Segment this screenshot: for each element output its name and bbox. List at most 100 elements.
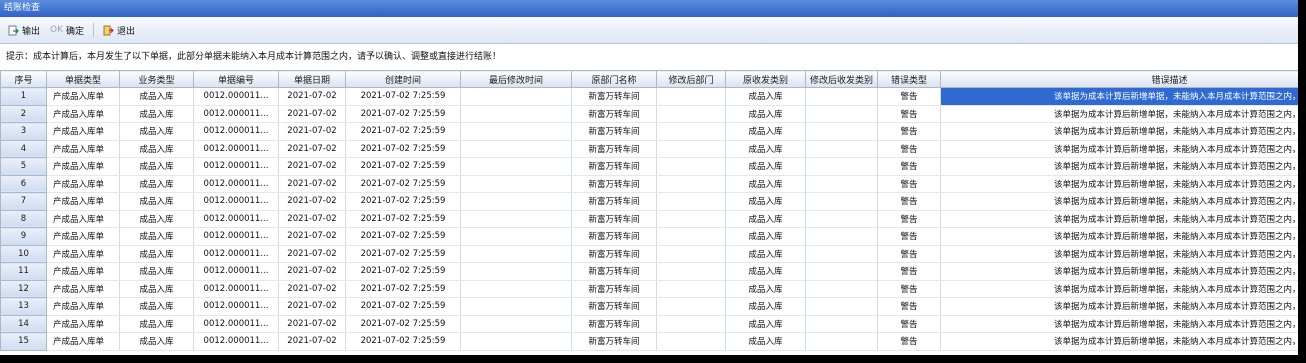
table-row[interactable]: 9 产成品入库单 成品入库 0012.000011... 2021-07-02 2021-… — [0, 227, 1298, 246]
table-row[interactable]: 13 产成品入库单 成品入库 0012.000011... 2021-07-02 2021… — [0, 297, 1298, 316]
table-cell — [805, 175, 878, 193]
table-cell: 新富万转车间 — [571, 192, 657, 211]
table-cell: 该单据为成本计算后新增单据，未能纳入本月成本计算范围之内，请确认调整或直接结账。 — [940, 332, 1298, 351]
table-row[interactable]: 11 产成品入库单 成品入库 0012.000011... 2021-07-02 2021… — [0, 262, 1298, 281]
table-cell — [805, 332, 878, 351]
column-header[interactable]: 最后修改时间 — [460, 70, 572, 88]
table-cell — [460, 245, 572, 263]
table-cell — [460, 192, 572, 211]
table-cell: 0012.000011... — [193, 122, 279, 141]
table-cell: 警告 — [877, 192, 941, 211]
table-cell: 新富万转车间 — [571, 315, 657, 333]
table-cell — [805, 245, 878, 263]
table-cell: 产成品入库单 — [46, 87, 120, 106]
table-row[interactable]: 7 产成品入库单 成品入库 0012.000011... 2021-07-02 2021-… — [0, 192, 1298, 211]
table-cell: 成品入库 — [725, 245, 806, 263]
row-number: 15 — [0, 332, 47, 351]
table-cell — [656, 210, 726, 228]
table-cell: 2021-07-02 — [278, 332, 346, 351]
table-cell: 产成品入库单 — [46, 332, 120, 351]
table-cell — [656, 87, 726, 106]
table-cell — [805, 227, 878, 246]
table-cell: 警告 — [877, 140, 941, 158]
table-cell — [656, 280, 726, 298]
table-row[interactable]: 5 产成品入库单 成品入库 0012.000011... 2021-07-02 2021-… — [0, 157, 1298, 176]
row-number: 7 — [0, 192, 47, 211]
table-cell: 0012.000011... — [193, 262, 279, 281]
table-cell — [805, 297, 878, 316]
column-header[interactable]: 序号 — [0, 70, 47, 88]
table-cell: 警告 — [877, 262, 941, 281]
table-cell — [460, 175, 572, 193]
table-cell: 成品入库 — [119, 105, 194, 123]
row-number: 3 — [0, 122, 47, 141]
table-cell: 2021-07-02 — [278, 280, 346, 298]
table-row[interactable]: 14 产成品入库单 成品入库 0012.000011... 2021-07-02 2021… — [0, 314, 1298, 333]
table-cell: 新富万转车间 — [571, 105, 657, 123]
table-cell: 2021-07-02 — [278, 157, 346, 176]
table-cell: 2021-07-02 7:25:59 — [345, 332, 461, 351]
exit-button[interactable]: 退出 — [99, 20, 139, 40]
column-header[interactable]: 错误类型 — [877, 70, 941, 88]
table-row[interactable]: 15 产成品入库单 成品入库 0012.000011... 2021-07-02 2021… — [0, 332, 1298, 351]
column-header[interactable]: 原收发类别 — [725, 70, 806, 88]
check-result-grid[interactable]: 序号 单据类型 业务类型 单据编号 单据日期 创建时间 最后修改时间 原部门名称 修改后部门 原收… — [0, 70, 1298, 355]
table-cell — [460, 297, 572, 316]
table-cell: 2021-07-02 — [278, 122, 346, 141]
table-cell — [805, 105, 878, 123]
table-cell: 2021-07-02 — [278, 245, 346, 263]
table-cell: 成品入库 — [725, 227, 806, 246]
table-row[interactable]: 2 产成品入库单 成品入库 0012.000011... 2021-07-02 2021-… — [0, 104, 1298, 123]
table-cell: 成品入库 — [119, 192, 194, 211]
table-cell: 成品入库 — [119, 122, 194, 141]
column-header[interactable]: 单据编号 — [193, 70, 279, 88]
table-cell — [656, 175, 726, 193]
table-cell: 成品入库 — [725, 122, 806, 141]
table-cell — [460, 227, 572, 246]
table-cell — [805, 262, 878, 281]
table-cell: 产成品入库单 — [46, 262, 120, 281]
table-cell: 该单据为成本计算后新增单据，未能纳入本月成本计算范围之内，请确认调整或直接结账。 — [940, 175, 1298, 193]
table-cell: 0012.000011... — [193, 210, 279, 228]
table-row[interactable]: 12 产成品入库单 成品入库 0012.000011... 2021-07-02 2021… — [0, 279, 1298, 298]
table-row[interactable]: 1 产成品入库单 成品入库 0012.000011... 2021-07-02 2021-… — [0, 87, 1298, 106]
table-row[interactable]: 4 产成品入库单 成品入库 0012.000011... 2021-07-02 2021-… — [0, 139, 1298, 158]
table-cell: 成品入库 — [119, 332, 194, 351]
screen-edge — [1298, 0, 1306, 363]
table-cell: 0012.000011... — [193, 245, 279, 263]
column-header[interactable]: 修改后部门 — [656, 70, 726, 88]
confirm-button[interactable]: OK 确定 — [46, 20, 88, 40]
table-cell: 新富万转车间 — [571, 227, 657, 246]
row-number: 13 — [0, 297, 47, 316]
row-number: 14 — [0, 314, 47, 333]
column-header[interactable]: 修改后收发类别 — [805, 70, 878, 88]
column-header[interactable]: 创建时间 — [345, 70, 461, 88]
export-label: 输出 — [22, 26, 41, 37]
column-header[interactable]: 业务类型 — [119, 70, 194, 88]
table-row[interactable]: 8 产成品入库单 成品入库 0012.000011... 2021-07-02 2021-… — [0, 209, 1298, 228]
table-cell: 0012.000011... — [193, 192, 279, 211]
table-cell: 0012.000011... — [193, 227, 279, 246]
column-header[interactable]: 单据日期 — [278, 70, 346, 88]
table-row[interactable]: 3 产成品入库单 成品入库 0012.000011... 2021-07-02 2021-… — [0, 122, 1298, 141]
table-cell: 该单据为成本计算后新增单据，未能纳入本月成本计算范围之内，请确认调整或直接结账。 — [940, 157, 1298, 176]
table-row[interactable]: 10 产成品入库单 成品入库 0012.000011... 2021-07-02 2021… — [0, 244, 1298, 263]
table-cell — [656, 140, 726, 158]
table-cell: 2021-07-02 7:25:59 — [345, 210, 461, 228]
row-number: 6 — [0, 174, 47, 193]
table-cell: 该单据为成本计算后新增单据，未能纳入本月成本计算范围之内，请确认调整或直接结账。 — [940, 210, 1298, 228]
table-cell: 2021-07-02 7:25:59 — [345, 175, 461, 193]
column-header[interactable]: 单据类型 — [46, 70, 120, 88]
grid-header-row: 序号 单据类型 业务类型 单据编号 单据日期 创建时间 最后修改时间 原部门名称 修改后部门 原收… — [0, 70, 1298, 88]
table-row[interactable]: 6 产成品入库单 成品入库 0012.000011... 2021-07-02 2021-… — [0, 174, 1298, 193]
column-header[interactable]: 错误描述 — [940, 70, 1298, 88]
table-cell: 该单据为成本计算后新增单据，未能纳入本月成本计算范围之内，请确认调整或直接结账。 — [940, 297, 1298, 316]
table-cell — [805, 87, 878, 106]
confirm-label: 确定 — [66, 26, 85, 37]
table-cell: 警告 — [877, 245, 941, 263]
export-button[interactable]: 输出 — [4, 20, 44, 40]
toolbar: 输出 OK 确定 退出 — [0, 17, 1298, 44]
column-header[interactable]: 原部门名称 — [571, 70, 657, 88]
row-number: 4 — [0, 139, 47, 158]
table-cell — [805, 140, 878, 158]
